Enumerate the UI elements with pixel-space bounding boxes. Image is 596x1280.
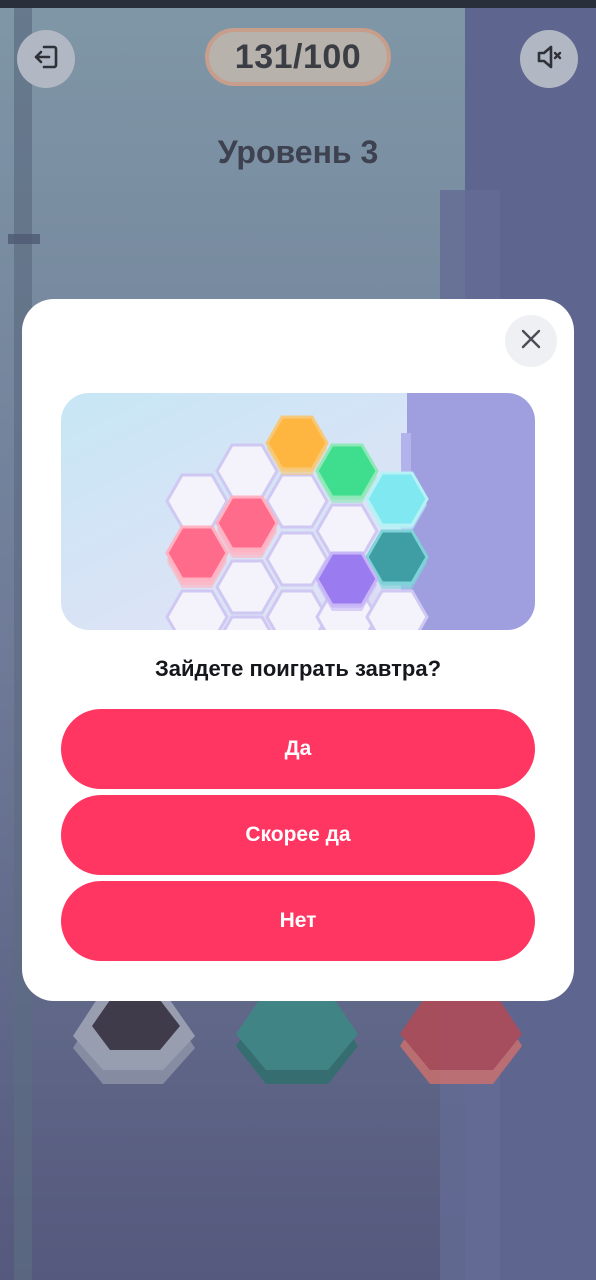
no-button[interactable]: Нет	[61, 881, 535, 961]
close-button[interactable]	[505, 315, 557, 367]
exit-button[interactable]	[17, 30, 75, 88]
status-bar-strip	[0, 0, 596, 8]
likely-yes-button[interactable]: Скорее да	[61, 795, 535, 875]
yes-button[interactable]: Да	[61, 709, 535, 789]
level-title: Уровень 3	[217, 134, 379, 170]
score-text: 131/100	[234, 37, 362, 76]
empty-hex-cell	[315, 503, 379, 559]
sound-button[interactable]	[520, 30, 578, 88]
feedback-dialog: Зайдете поиграть завтра? Да Скорее да Не…	[22, 299, 574, 1001]
empty-hex-cell	[215, 443, 279, 499]
game-preview-image	[61, 393, 535, 630]
dialog-question: Зайдете поиграть завтра?	[154, 656, 442, 681]
close-icon	[520, 328, 542, 355]
empty-hex-cell	[215, 559, 279, 615]
exit-icon	[31, 42, 61, 77]
score-counter: 131/100	[205, 28, 391, 86]
speaker-off-icon	[534, 42, 564, 77]
